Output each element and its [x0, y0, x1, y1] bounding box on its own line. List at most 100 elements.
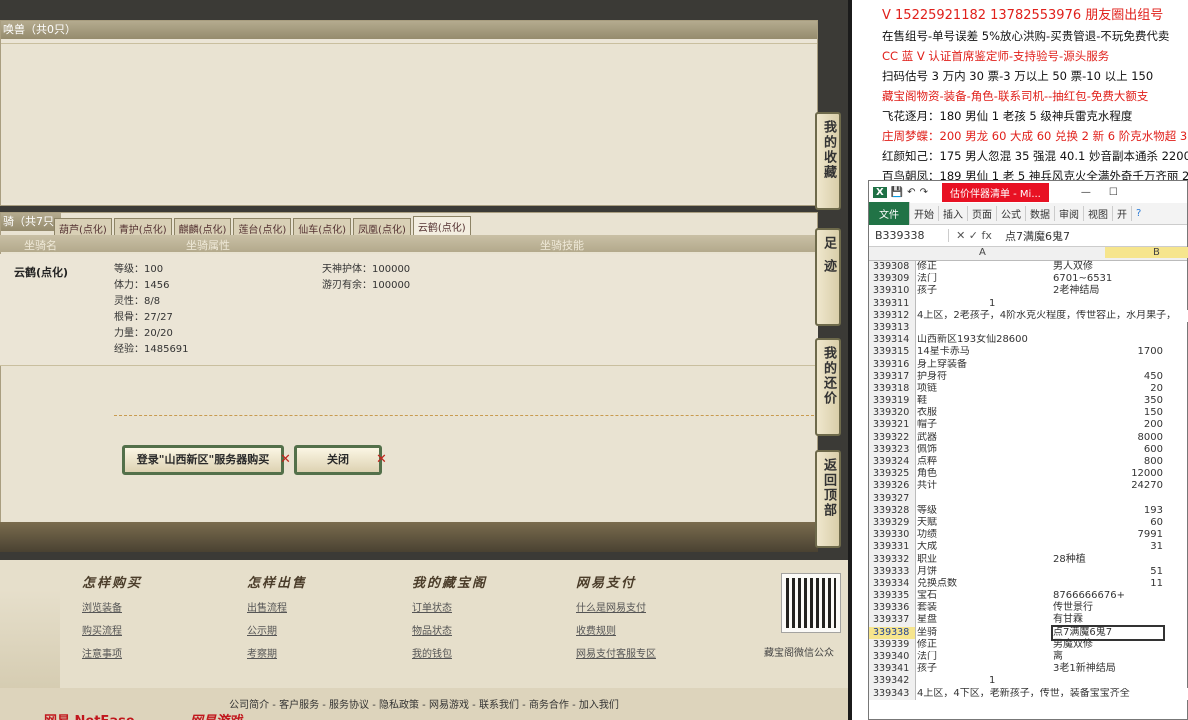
- cell-b[interactable]: 600: [1053, 444, 1163, 456]
- footer-link[interactable]: 浏览装备: [82, 599, 142, 614]
- tab-review[interactable]: 审阅: [1055, 206, 1084, 221]
- row-number[interactable]: 339314: [869, 334, 916, 347]
- col-header-b[interactable]: B: [1105, 247, 1188, 258]
- sheet-row[interactable]: 339322 8000 武器: [869, 431, 1187, 444]
- cell-b[interactable]: 男魔双修: [1053, 639, 1163, 651]
- row-number[interactable]: 339335: [869, 590, 916, 603]
- sheet-row[interactable]: 339342 1: [869, 675, 1187, 688]
- sheet-row[interactable]: 339338 点7满魔6鬼7 坐骑: [869, 624, 1187, 641]
- row-number[interactable]: 339322: [869, 431, 916, 444]
- sheet-row[interactable]: 339308 男人双修 修正: [869, 261, 1187, 274]
- row-number[interactable]: 339313: [869, 321, 916, 335]
- cell-a[interactable]: 山西新区193女仙28600: [917, 334, 1052, 346]
- row-number[interactable]: 339327: [869, 492, 916, 505]
- row-number[interactable]: 339316: [869, 358, 916, 371]
- help-icon[interactable]: ?: [1132, 208, 1145, 219]
- side-tab-bargain[interactable]: 我的还价: [815, 338, 841, 436]
- cell-a[interactable]: 身上穿装备: [917, 359, 1052, 371]
- footer-link[interactable]: 出售流程: [247, 599, 307, 614]
- tab-mount-5[interactable]: 仙车(点化): [293, 218, 352, 236]
- tab-mount-3[interactable]: 麒麟(点化): [173, 218, 232, 236]
- sheet-row[interactable]: 339333 51 月饼: [869, 565, 1187, 578]
- cell-a[interactable]: 等级: [917, 505, 1052, 517]
- sheet-row[interactable]: 339337 有甘霖 星盘: [869, 614, 1187, 627]
- sheet-row[interactable]: 339332 28种植 职业: [869, 553, 1187, 566]
- sheet-row[interactable]: 339314 山西新区193女仙28600: [869, 334, 1187, 347]
- cell-b[interactable]: 点7满魔6鬼7: [1051, 624, 1165, 641]
- cell-a[interactable]: 护身符: [917, 371, 1052, 383]
- cell-a[interactable]: 4上区，4下区，老新孩子，传世，装备宝宝齐全: [917, 687, 1188, 700]
- sheet-row[interactable]: 339321 200 帽子: [869, 419, 1187, 432]
- cell-b[interactable]: 8000: [1053, 432, 1163, 444]
- cell-b[interactable]: 31: [1053, 541, 1163, 553]
- sheet-row[interactable]: 339312 4上区，2老孩子，4阶水克火程度，传世容止，水月果子，: [869, 309, 1188, 322]
- sheet-row[interactable]: 339316 身上穿装备: [869, 358, 1187, 371]
- minimize-icon[interactable]: —: [1081, 187, 1091, 198]
- cell-b[interactable]: 传世景行: [1053, 602, 1163, 614]
- row-number[interactable]: 339337: [869, 614, 916, 627]
- side-tab-history[interactable]: 足迹: [815, 228, 841, 326]
- row-number[interactable]: 339320: [869, 407, 916, 420]
- sheet-row[interactable]: 339320 150 衣服: [869, 407, 1187, 420]
- footer-link[interactable]: 网易支付客服专区: [576, 645, 656, 660]
- cell-b[interactable]: 离: [1053, 651, 1163, 663]
- tab-mount-2[interactable]: 青护(点化): [113, 218, 172, 236]
- row-number[interactable]: 339319: [869, 395, 916, 408]
- cell-a[interactable]: 4上区，2老孩子，4阶水克火程度，传世容止，水月果子，: [917, 309, 1188, 322]
- close-button[interactable]: 关闭: [294, 445, 382, 475]
- cell-a[interactable]: 法门: [917, 273, 1052, 285]
- col-header-a[interactable]: A: [979, 247, 986, 258]
- cell-a[interactable]: 孩子: [917, 285, 1052, 297]
- row-number[interactable]: 339338: [869, 626, 916, 639]
- row-number[interactable]: 339330: [869, 529, 916, 542]
- cell-a[interactable]: 宝石: [917, 590, 1052, 602]
- cell-a[interactable]: 项链: [917, 383, 1052, 395]
- tab-insert[interactable]: 插入: [939, 206, 968, 221]
- cell-a[interactable]: 星盘: [917, 614, 1052, 626]
- cell-b[interactable]: 1: [989, 298, 1099, 310]
- sheet-row[interactable]: 339341 3老1新神结局 孩子: [869, 663, 1187, 676]
- row-number[interactable]: 339328: [869, 504, 916, 517]
- sheet-row[interactable]: 339324 800 点粹: [869, 456, 1187, 469]
- sheet-row[interactable]: 339319 350 鞋: [869, 395, 1187, 408]
- cell-a[interactable]: 帽子: [917, 419, 1052, 431]
- row-number[interactable]: 339325: [869, 468, 916, 481]
- cell-a[interactable]: 功绩: [917, 529, 1052, 541]
- sheet-row[interactable]: 339323 600 佩饰: [869, 443, 1187, 456]
- cell-b[interactable]: 8766666676+: [1053, 590, 1163, 602]
- cell-b[interactable]: 男人双修: [1053, 261, 1163, 273]
- buy-button[interactable]: 登录"山西新区"服务器购买: [122, 445, 284, 475]
- row-number[interactable]: 339332: [869, 553, 916, 566]
- tab-formula[interactable]: 公式: [997, 206, 1026, 221]
- row-number[interactable]: 339324: [869, 456, 916, 469]
- tab-home[interactable]: 开始: [910, 206, 939, 221]
- name-box[interactable]: B339338: [869, 229, 949, 242]
- tab-layout[interactable]: 页面: [968, 206, 997, 221]
- cell-a[interactable]: 14星卡赤马: [917, 346, 1052, 358]
- sheet-row[interactable]: 339326 24270 共计: [869, 480, 1187, 493]
- footer-link[interactable]: 考察期: [247, 645, 307, 660]
- cell-a[interactable]: 套装: [917, 602, 1052, 614]
- row-number[interactable]: 339309: [869, 273, 916, 286]
- cell-a[interactable]: 天赋: [917, 517, 1052, 529]
- tab-mount-7[interactable]: 云鹤(点化): [412, 216, 471, 236]
- tab-mount-1[interactable]: 葫芦(点化): [54, 218, 112, 236]
- tab-data[interactable]: 数据: [1026, 206, 1055, 221]
- row-number[interactable]: 339318: [869, 382, 916, 396]
- row-number[interactable]: 339336: [869, 602, 916, 615]
- row-number[interactable]: 339312: [869, 309, 916, 322]
- cell-b[interactable]: 51: [1053, 566, 1163, 578]
- cell-b[interactable]: 11: [1053, 578, 1163, 590]
- formula-input[interactable]: 点7满魔6鬼7: [999, 228, 1070, 244]
- cell-a[interactable]: 点粹: [917, 456, 1052, 468]
- tab-mount-4[interactable]: 莲台(点化): [233, 218, 292, 236]
- row-number[interactable]: 339329: [869, 516, 916, 530]
- tab-file[interactable]: 文件: [869, 202, 910, 225]
- cell-b[interactable]: 1700: [1053, 346, 1163, 358]
- cell-a[interactable]: 大成: [917, 541, 1052, 553]
- cell-b[interactable]: 800: [1053, 456, 1163, 468]
- cell-b[interactable]: 3老1新神结局: [1053, 663, 1163, 675]
- sheet-row[interactable]: 339313: [869, 321, 1187, 335]
- row-number[interactable]: 339310: [869, 285, 916, 298]
- cell-a[interactable]: 法门: [917, 651, 1052, 663]
